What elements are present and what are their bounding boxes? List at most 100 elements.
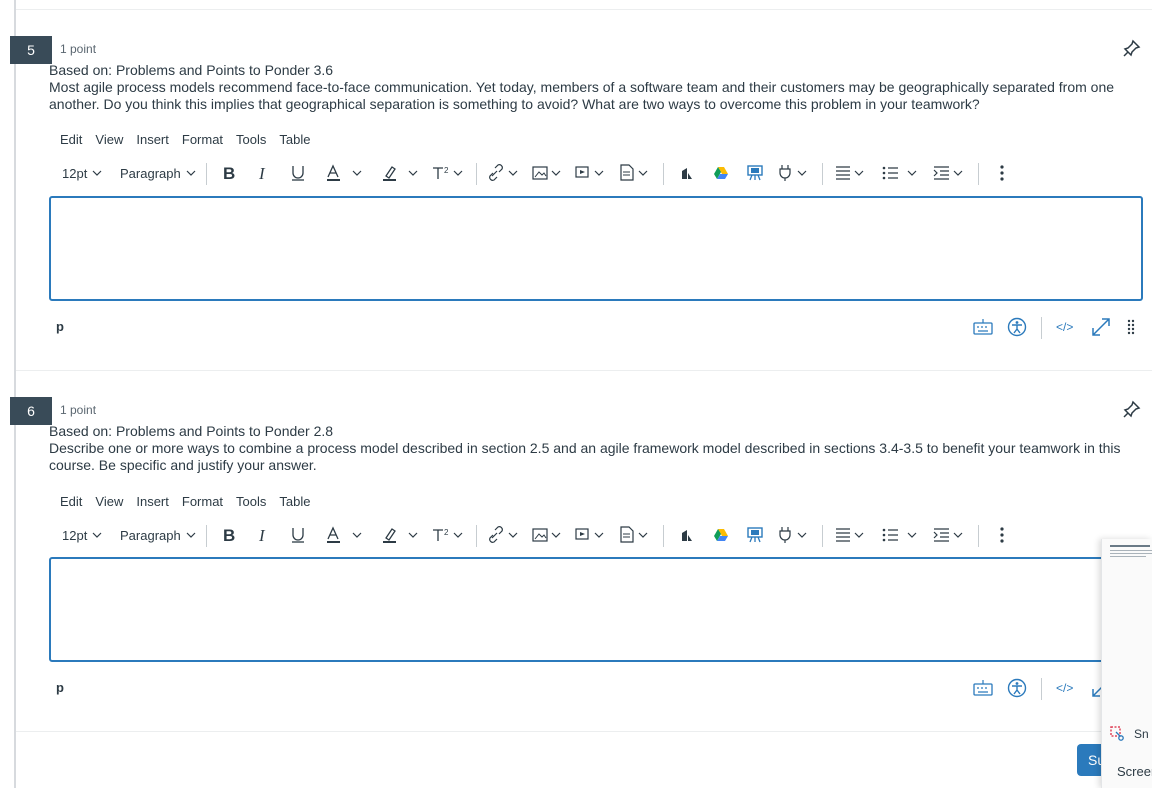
editor-statusbar: p </> (56, 676, 1146, 700)
html-editor-toggle[interactable]: </> (1056, 676, 1073, 700)
chevron-down-icon (186, 532, 196, 538)
svg-text:2: 2 (444, 528, 449, 537)
bullet-list-icon[interactable] (882, 159, 922, 187)
toolbar-separator (206, 525, 207, 547)
font-size-value: 12pt (62, 165, 88, 181)
block-format-select[interactable]: Paragraph (120, 159, 196, 187)
font-size-select[interactable]: 12pt (62, 521, 102, 549)
bold-icon[interactable]: B (222, 159, 238, 187)
presentation-icon[interactable] (747, 159, 763, 187)
menu-table[interactable]: Table (279, 494, 310, 509)
editor-toolbar: 12pt Paragraph B I 2 (56, 521, 1016, 549)
question-number: 5 (10, 36, 52, 64)
align-icon[interactable] (835, 159, 869, 187)
underline-icon[interactable] (290, 521, 306, 549)
link-icon[interactable] (489, 159, 523, 187)
editor-menubar: Edit View Insert Format Tools Table (60, 494, 323, 509)
highlight-color-icon[interactable] (382, 521, 422, 549)
accessibility-checker-icon[interactable] (1007, 676, 1027, 700)
align-icon[interactable] (835, 521, 869, 549)
font-size-select[interactable]: 12pt (62, 159, 102, 187)
menu-edit[interactable]: Edit (60, 132, 82, 147)
document-icon[interactable] (619, 521, 653, 549)
indent-icon[interactable] (933, 521, 967, 549)
document-icon[interactable] (619, 159, 653, 187)
screenshot-notification-panel[interactable] (1101, 539, 1152, 788)
menu-insert[interactable]: Insert (136, 132, 169, 147)
google-drive-icon[interactable] (713, 521, 729, 549)
question-body: Describe one or more ways to combine a p… (49, 440, 1121, 473)
menu-format[interactable]: Format (182, 494, 223, 509)
toolbar-separator (822, 525, 823, 547)
screenshot-thumbnail[interactable] (1110, 545, 1152, 575)
toolbar-separator (663, 525, 664, 547)
resize-handle-icon[interactable] (1127, 315, 1135, 339)
svg-text:I: I (258, 526, 266, 544)
toolbar-separator (663, 163, 664, 185)
keyboard-shortcuts-icon[interactable] (973, 676, 993, 700)
fullscreen-icon[interactable] (1091, 315, 1111, 339)
answer-editor[interactable] (49, 196, 1143, 301)
keyboard-shortcuts-icon[interactable] (973, 315, 993, 339)
element-path: p (56, 680, 64, 695)
content-left-border (14, 0, 16, 788)
image-icon[interactable] (532, 521, 566, 549)
presentation-icon[interactable] (747, 521, 763, 549)
toolbar-separator (978, 163, 979, 185)
statusbar-separator (1041, 678, 1042, 700)
chevron-down-icon (186, 170, 196, 176)
menu-edit[interactable]: Edit (60, 494, 82, 509)
block-format-value: Paragraph (120, 165, 181, 181)
html-editor-toggle[interactable]: </> (1056, 315, 1073, 339)
text-color-icon[interactable] (326, 159, 366, 187)
pin-icon[interactable] (1122, 38, 1142, 58)
link-icon[interactable] (489, 521, 523, 549)
svg-text:B: B (223, 164, 235, 182)
question-source: Based on: Problems and Points to Ponder … (49, 62, 334, 78)
menu-table[interactable]: Table (279, 132, 310, 147)
menu-view[interactable]: View (95, 132, 123, 147)
question-text: Based on: Problems and Points to Ponder … (49, 423, 1129, 474)
accessibility-checker-icon[interactable] (1007, 315, 1027, 339)
answer-editor[interactable] (49, 557, 1143, 662)
google-drive-icon[interactable] (713, 159, 729, 187)
indent-icon[interactable] (933, 159, 967, 187)
toolbar-separator (476, 163, 477, 185)
quiz-page: 5 1 point Based on: Problems and Points … (0, 0, 1152, 788)
plugin-icon[interactable] (778, 521, 812, 549)
chevron-down-icon (92, 170, 102, 176)
block-format-value: Paragraph (120, 527, 181, 543)
app-icon[interactable] (680, 521, 694, 549)
toolbar-separator (822, 163, 823, 185)
editor-menubar: Edit View Insert Format Tools Table (60, 132, 323, 147)
editor-toolbar: 12pt Paragraph B I 2 (56, 159, 1016, 187)
snipping-tool-row[interactable]: Sn (1110, 726, 1152, 742)
menu-view[interactable]: View (95, 494, 123, 509)
toolbar-separator (206, 163, 207, 185)
menu-format[interactable]: Format (182, 132, 223, 147)
snipping-tool-icon (1110, 726, 1124, 741)
italic-icon[interactable]: I (257, 521, 271, 549)
menu-tools[interactable]: Tools (236, 132, 266, 147)
highlight-color-icon[interactable] (382, 159, 422, 187)
media-icon[interactable] (575, 159, 609, 187)
media-icon[interactable] (575, 521, 609, 549)
bold-icon[interactable]: B (222, 521, 238, 549)
image-icon[interactable] (532, 159, 566, 187)
plugin-icon[interactable] (778, 159, 812, 187)
text-color-icon[interactable] (326, 521, 366, 549)
block-format-select[interactable]: Paragraph (120, 521, 196, 549)
bullet-list-icon[interactable] (882, 521, 922, 549)
superscript-icon[interactable]: 2 (432, 521, 468, 549)
menu-tools[interactable]: Tools (236, 494, 266, 509)
font-size-value: 12pt (62, 527, 88, 543)
divider (16, 370, 1152, 371)
more-options-icon[interactable] (999, 521, 1005, 549)
app-icon[interactable] (680, 159, 694, 187)
underline-icon[interactable] (290, 159, 306, 187)
more-options-icon[interactable] (999, 159, 1005, 187)
superscript-icon[interactable]: 2 (432, 159, 468, 187)
menu-insert[interactable]: Insert (136, 494, 169, 509)
pin-icon[interactable] (1122, 399, 1142, 419)
italic-icon[interactable]: I (257, 159, 271, 187)
